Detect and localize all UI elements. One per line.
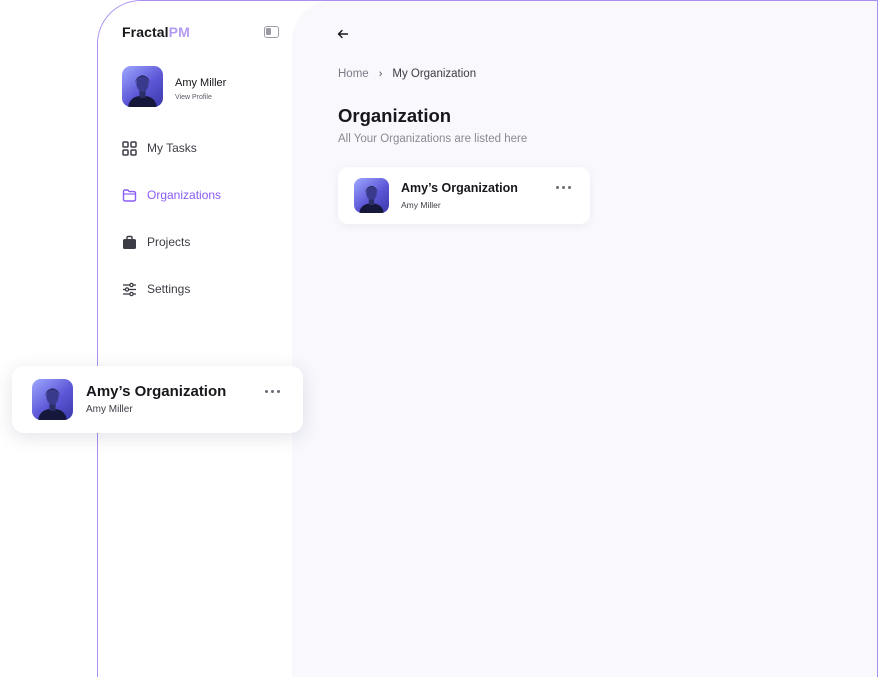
floating-organization-card[interactable]: Amy’s Organization Amy Miller <box>12 366 303 433</box>
sidebar-item-settings[interactable]: Settings <box>122 279 190 299</box>
sidebar-item-label: Settings <box>147 282 191 296</box>
person-portrait-icon <box>359 185 384 213</box>
organization-name: Amy’s Organization <box>401 181 518 195</box>
sidebar-item-my-tasks[interactable]: My Tasks <box>122 138 197 158</box>
breadcrumb-current: My Organization <box>392 68 477 80</box>
person-portrait-icon <box>38 388 67 420</box>
more-options-icon[interactable] <box>265 387 285 395</box>
back-arrow-icon[interactable] <box>336 27 350 41</box>
organization-avatar <box>354 178 389 213</box>
sliders-icon <box>122 282 137 297</box>
folder-icon <box>122 188 137 203</box>
briefcase-icon <box>122 235 137 250</box>
brand-logo[interactable]: FractalPM <box>122 24 190 40</box>
page-subtitle: All Your Organizations are listed here <box>338 133 528 145</box>
sidebar-item-label: My Tasks <box>147 141 197 155</box>
sidebar-toggle-icon[interactable] <box>264 26 279 38</box>
sidebar-item-label: Projects <box>147 235 191 249</box>
more-options-icon[interactable] <box>556 183 574 191</box>
profile-name: Amy Miller <box>175 77 227 89</box>
sidebar-item-projects[interactable]: Projects <box>122 232 190 252</box>
breadcrumb-separator: › <box>378 68 383 80</box>
main-content: Home › My Organization Organization All … <box>292 1 877 677</box>
organization-owner: Amy Miller <box>86 404 133 415</box>
organization-avatar <box>32 379 73 420</box>
brand-name: Fractal <box>122 24 169 40</box>
profile-avatar[interactable] <box>122 66 163 107</box>
person-portrait-icon <box>128 75 157 107</box>
sidebar-item-organizations[interactable]: Organizations <box>122 185 221 205</box>
breadcrumb-home-link[interactable]: Home <box>338 68 369 80</box>
page-title: Organization <box>338 105 452 126</box>
app-window: FractalPM Amy Miller View Profile My Tas… <box>97 0 878 677</box>
view-profile-link[interactable]: View Profile <box>175 94 212 101</box>
organization-card[interactable]: Amy’s Organization Amy Miller <box>338 167 590 224</box>
sidebar: FractalPM Amy Miller View Profile My Tas… <box>98 1 292 677</box>
sidebar-item-label: Organizations <box>147 188 222 202</box>
organization-name: Amy’s Organization <box>86 383 227 400</box>
grid-icon <box>122 140 137 156</box>
breadcrumb: Home › My Organization <box>338 68 476 80</box>
organization-owner: Amy Miller <box>401 200 441 210</box>
brand-accent: PM <box>168 24 190 40</box>
